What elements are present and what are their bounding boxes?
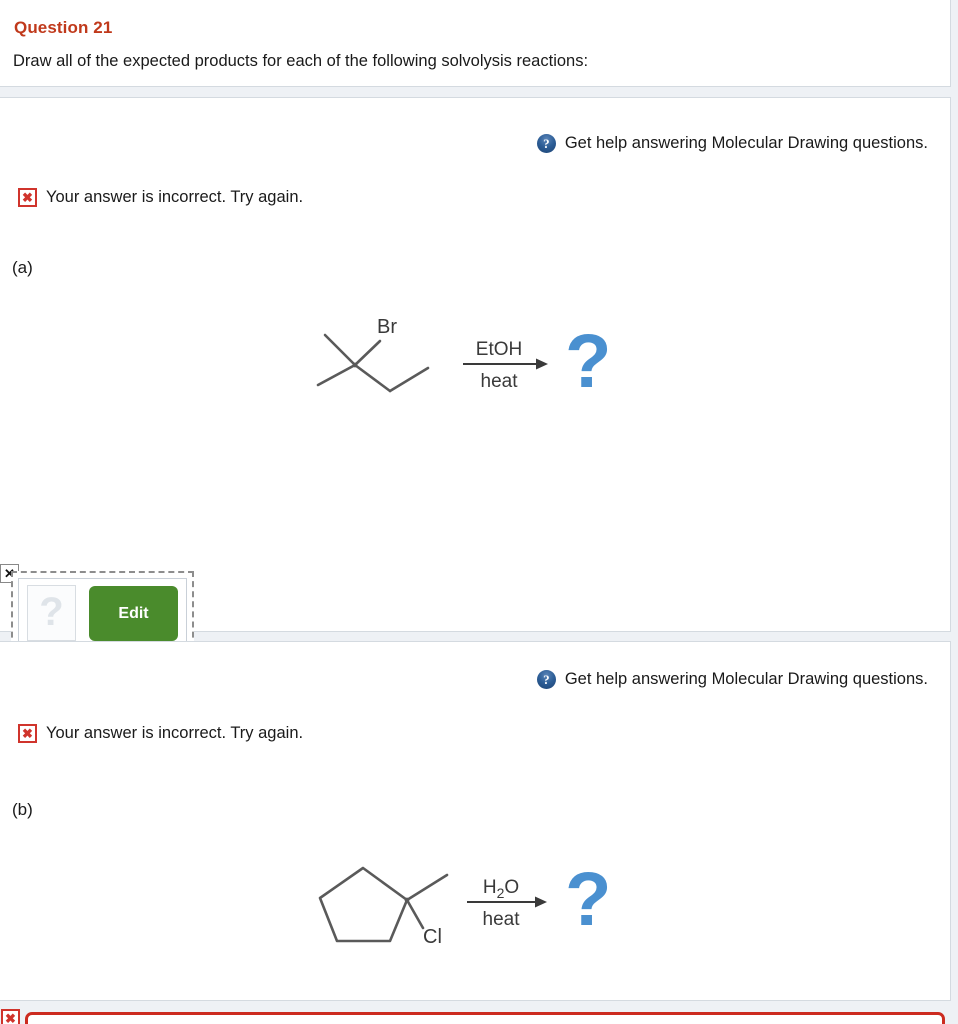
help-link-b[interactable]: ? Get help answering Molecular Drawing q…: [536, 670, 928, 689]
feedback-text: Your answer is incorrect. Try again.: [46, 188, 304, 206]
page-title: Question 21: [14, 18, 113, 37]
feedback-text: Your answer is incorrect. Try again.: [46, 724, 304, 742]
product-placeholder-a: ?: [565, 319, 611, 403]
product-placeholder-b: ?: [565, 857, 611, 942]
skeletal-structure-a: [316, 333, 430, 393]
part-label-a: (a): [12, 258, 33, 277]
substituent-label-cl: Cl: [423, 926, 442, 947]
part-a-panel: ? Get help answering Molecular Drawing q…: [0, 97, 951, 678]
reaction-arrow-a: EtOH heat: [463, 339, 548, 392]
stereocenter-dot-b: [404, 897, 410, 903]
help-link-label[interactable]: Get help answering Molecular Drawing que…: [565, 670, 928, 689]
reaction-scheme-b: Cl H2O heat ?: [295, 842, 635, 947]
help-circle-icon[interactable]: ?: [536, 670, 556, 689]
reaction-arrow-b: H2O heat: [467, 877, 547, 930]
help-circle-icon[interactable]: ?: [536, 134, 556, 153]
arrow-top-label-a: EtOH: [476, 339, 522, 360]
help-link-a[interactable]: ? Get help answering Molecular Drawing q…: [536, 134, 928, 153]
reaction-svg-b: Cl H2O heat ?: [318, 857, 611, 947]
help-link-label[interactable]: Get help answering Molecular Drawing que…: [565, 134, 928, 153]
reaction-scheme-a: Br EtOH heat ?: [300, 303, 630, 403]
worksheet-page: Question 21 Draw all of the expected pro…: [0, 0, 958, 1024]
feedback-message-b: ✖ Your answer is incorrect. Try again.: [18, 724, 303, 743]
bottom-error-x-icon: ✖: [1, 1009, 20, 1024]
molecule-preview-placeholder: ?: [27, 585, 76, 641]
edit-button[interactable]: Edit: [89, 585, 178, 641]
arrow-bottom-label-a: heat: [481, 371, 519, 392]
error-x-icon: ✖: [18, 188, 37, 207]
answer-widget-inner: ? Edit: [18, 578, 187, 649]
error-x-icon: ✖: [18, 724, 37, 743]
question-prompt: Draw all of the expected products for ea…: [13, 52, 589, 70]
question-panel: Question 21 Draw all of the expected pro…: [0, 0, 951, 87]
stereocenter-dot-a: [352, 362, 358, 368]
bottom-alert-box: [25, 1012, 945, 1024]
part-b-panel: ? Get help answering Molecular Drawing q…: [0, 641, 951, 1001]
part-label-b: (b): [12, 800, 33, 819]
arrow-top-label-b: H2O: [483, 877, 519, 901]
feedback-message-a: ✖ Your answer is incorrect. Try again.: [18, 188, 303, 207]
arrow-bottom-label-b: heat: [483, 909, 521, 930]
reaction-svg-a: Br EtOH heat ?: [316, 316, 611, 403]
substituent-label-br: Br: [377, 316, 397, 338]
